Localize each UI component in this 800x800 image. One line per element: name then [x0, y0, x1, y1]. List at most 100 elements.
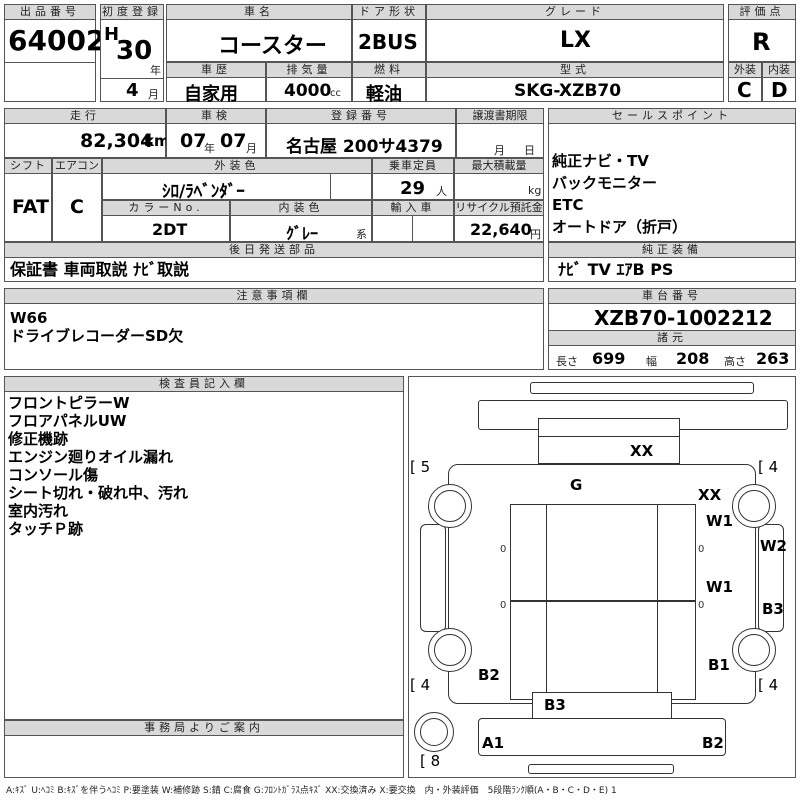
first-reg-month: 4: [126, 80, 139, 101]
import-extra: [412, 216, 454, 242]
score-value: R: [752, 28, 771, 56]
office-header: 事務局よりご案内: [4, 720, 404, 736]
wheel-front-left: [428, 484, 472, 528]
inspector-line-8: タッチＰ跡: [8, 520, 84, 538]
int-color-value: ｸﾞﾚｰ: [286, 224, 319, 243]
mark-right-mid-w1: W1: [706, 578, 733, 596]
first-reg-year-unit: 年: [150, 64, 161, 77]
max-load-header: 最大積載量: [454, 158, 544, 174]
zero-mark-1: 0: [500, 544, 507, 555]
inspector-line-5: コンソール傷: [8, 466, 99, 484]
inspection-year-unit: 年: [204, 142, 215, 155]
first-reg-year: 30: [116, 36, 153, 66]
inspection-year: 07: [180, 130, 207, 152]
exterior-score: C: [737, 78, 752, 102]
notes-header: 注意事項欄: [4, 288, 544, 304]
sales-point-3: ETC: [552, 196, 584, 214]
mark-front-right-xx: XX: [698, 486, 722, 504]
max-load-unit: kg: [528, 184, 542, 197]
interior-score: D: [771, 78, 788, 102]
tire-mark-fr: [ 4: [758, 458, 779, 476]
mark-right-w1: W1: [706, 512, 733, 530]
mark-roof: XX: [630, 442, 654, 460]
inspector-line-3: 修正機跡: [8, 430, 69, 448]
transfer-day-unit: 日: [524, 144, 535, 157]
later-parts-text: 保証書 車両取説 ﾅﾋﾞ取説: [10, 260, 190, 279]
mileage-header: 走行: [4, 108, 166, 124]
grade-value: LX: [560, 28, 591, 53]
wheel-front-right: [732, 484, 776, 528]
mark-center-g: G: [570, 476, 583, 494]
interior-header: 内装: [762, 62, 796, 78]
tire-mark-spare: [ 8: [420, 752, 441, 770]
color-no-value: 2DT: [152, 220, 188, 239]
sales-point-header: セールスポイント: [548, 108, 796, 124]
import-header: 輸入車: [372, 200, 454, 216]
spec-height: 263: [756, 349, 790, 368]
door-header: ドア形状: [352, 4, 426, 20]
color-no-header: カラーNo.: [102, 200, 230, 216]
ext-color-value: ｼﾛ/ﾗﾍﾞﾝﾀﾞｰ: [162, 182, 245, 202]
ac-header: エアコン: [52, 158, 102, 174]
genuine-header: 純正装備: [548, 242, 796, 258]
floor-divider: [510, 600, 696, 602]
fuel-header: 燃料: [352, 62, 426, 78]
zero-mark-2: 0: [698, 544, 705, 555]
recycle-unit: 円: [530, 228, 541, 241]
legend-text: A:ｷｽﾞ U:ﾍｺﾐ B:ｷｽﾞを伴うﾍｺﾐ P:要塗装 W:補修跡 S:錆 …: [6, 786, 617, 796]
first-reg-header: 初度登録: [100, 4, 164, 20]
plate-header: 登録番号: [266, 108, 456, 124]
wheel-rear-right: [732, 628, 776, 672]
displacement-value: 4000: [284, 81, 332, 101]
inspector-line-4: エンジン廻りオイル漏れ: [8, 448, 174, 466]
mark-right-w2: W2: [760, 537, 787, 555]
tire-mark-fl: [ 5: [410, 458, 431, 476]
spec-width: 208: [676, 349, 710, 368]
ac-value: C: [70, 196, 84, 218]
inspection-header: 車検: [166, 108, 266, 124]
rear-bottom-bar: [528, 764, 674, 774]
model-header: 型式: [426, 62, 724, 78]
history-header: 車歴: [166, 62, 266, 78]
lot-number-blank: [4, 62, 96, 102]
mark-left-rear-b2: B2: [478, 666, 500, 684]
displacement-header: 排気量: [266, 62, 352, 78]
chassis-header: 車台番号: [548, 288, 796, 304]
capacity-value: 29: [400, 178, 426, 199]
ext-color-header: 外装色: [102, 158, 372, 174]
roof-top-bar: [530, 382, 754, 394]
displacement-unit: cc: [330, 88, 341, 99]
rear-bumper: [478, 718, 726, 756]
wheel-rear-left: [428, 628, 472, 672]
lot-number-header: 出品番号: [4, 4, 96, 20]
model-value: SKG-XZB70: [514, 81, 622, 101]
fuel-value: 軽油: [366, 84, 402, 105]
notes-line-1: W66: [10, 309, 48, 327]
int-color-header: 内装色: [230, 200, 372, 216]
sales-point-4: オートドア（折戸）: [552, 218, 688, 236]
spare-tire: [414, 712, 454, 752]
score-header: 評価点: [728, 4, 796, 20]
plate-value: 名古屋 200サ4379: [286, 137, 443, 157]
ext-color-extra: [330, 174, 372, 200]
shift-header: シフト: [4, 158, 52, 174]
exterior-header: 外装: [728, 62, 762, 78]
spec-width-label: 幅: [646, 355, 657, 368]
capacity-header: 乗車定員: [372, 158, 454, 174]
tire-mark-rr: [ 4: [758, 676, 779, 694]
zero-mark-3: 0: [500, 600, 507, 611]
mark-right-b3: B3: [762, 600, 784, 618]
mark-right-rear-b1: B1: [708, 656, 730, 674]
inspector-line-6: シート切れ・破れ中、汚れ: [8, 484, 189, 502]
mark-rear-a1: A1: [482, 734, 505, 752]
inspection-month: 07: [220, 130, 247, 152]
car-name: コースター: [218, 34, 327, 59]
inspector-line-7: 室内汚れ: [8, 502, 69, 520]
mark-rear-b3: B3: [544, 696, 566, 714]
shift-value: FAT: [12, 196, 49, 218]
later-parts-header: 後日発送部品: [4, 242, 544, 258]
lot-number: 64002: [8, 24, 106, 57]
recycle-value: 22,640: [470, 220, 532, 239]
recycle-header: リサイクル預託金: [454, 200, 544, 216]
left-side-panel: [420, 524, 446, 632]
